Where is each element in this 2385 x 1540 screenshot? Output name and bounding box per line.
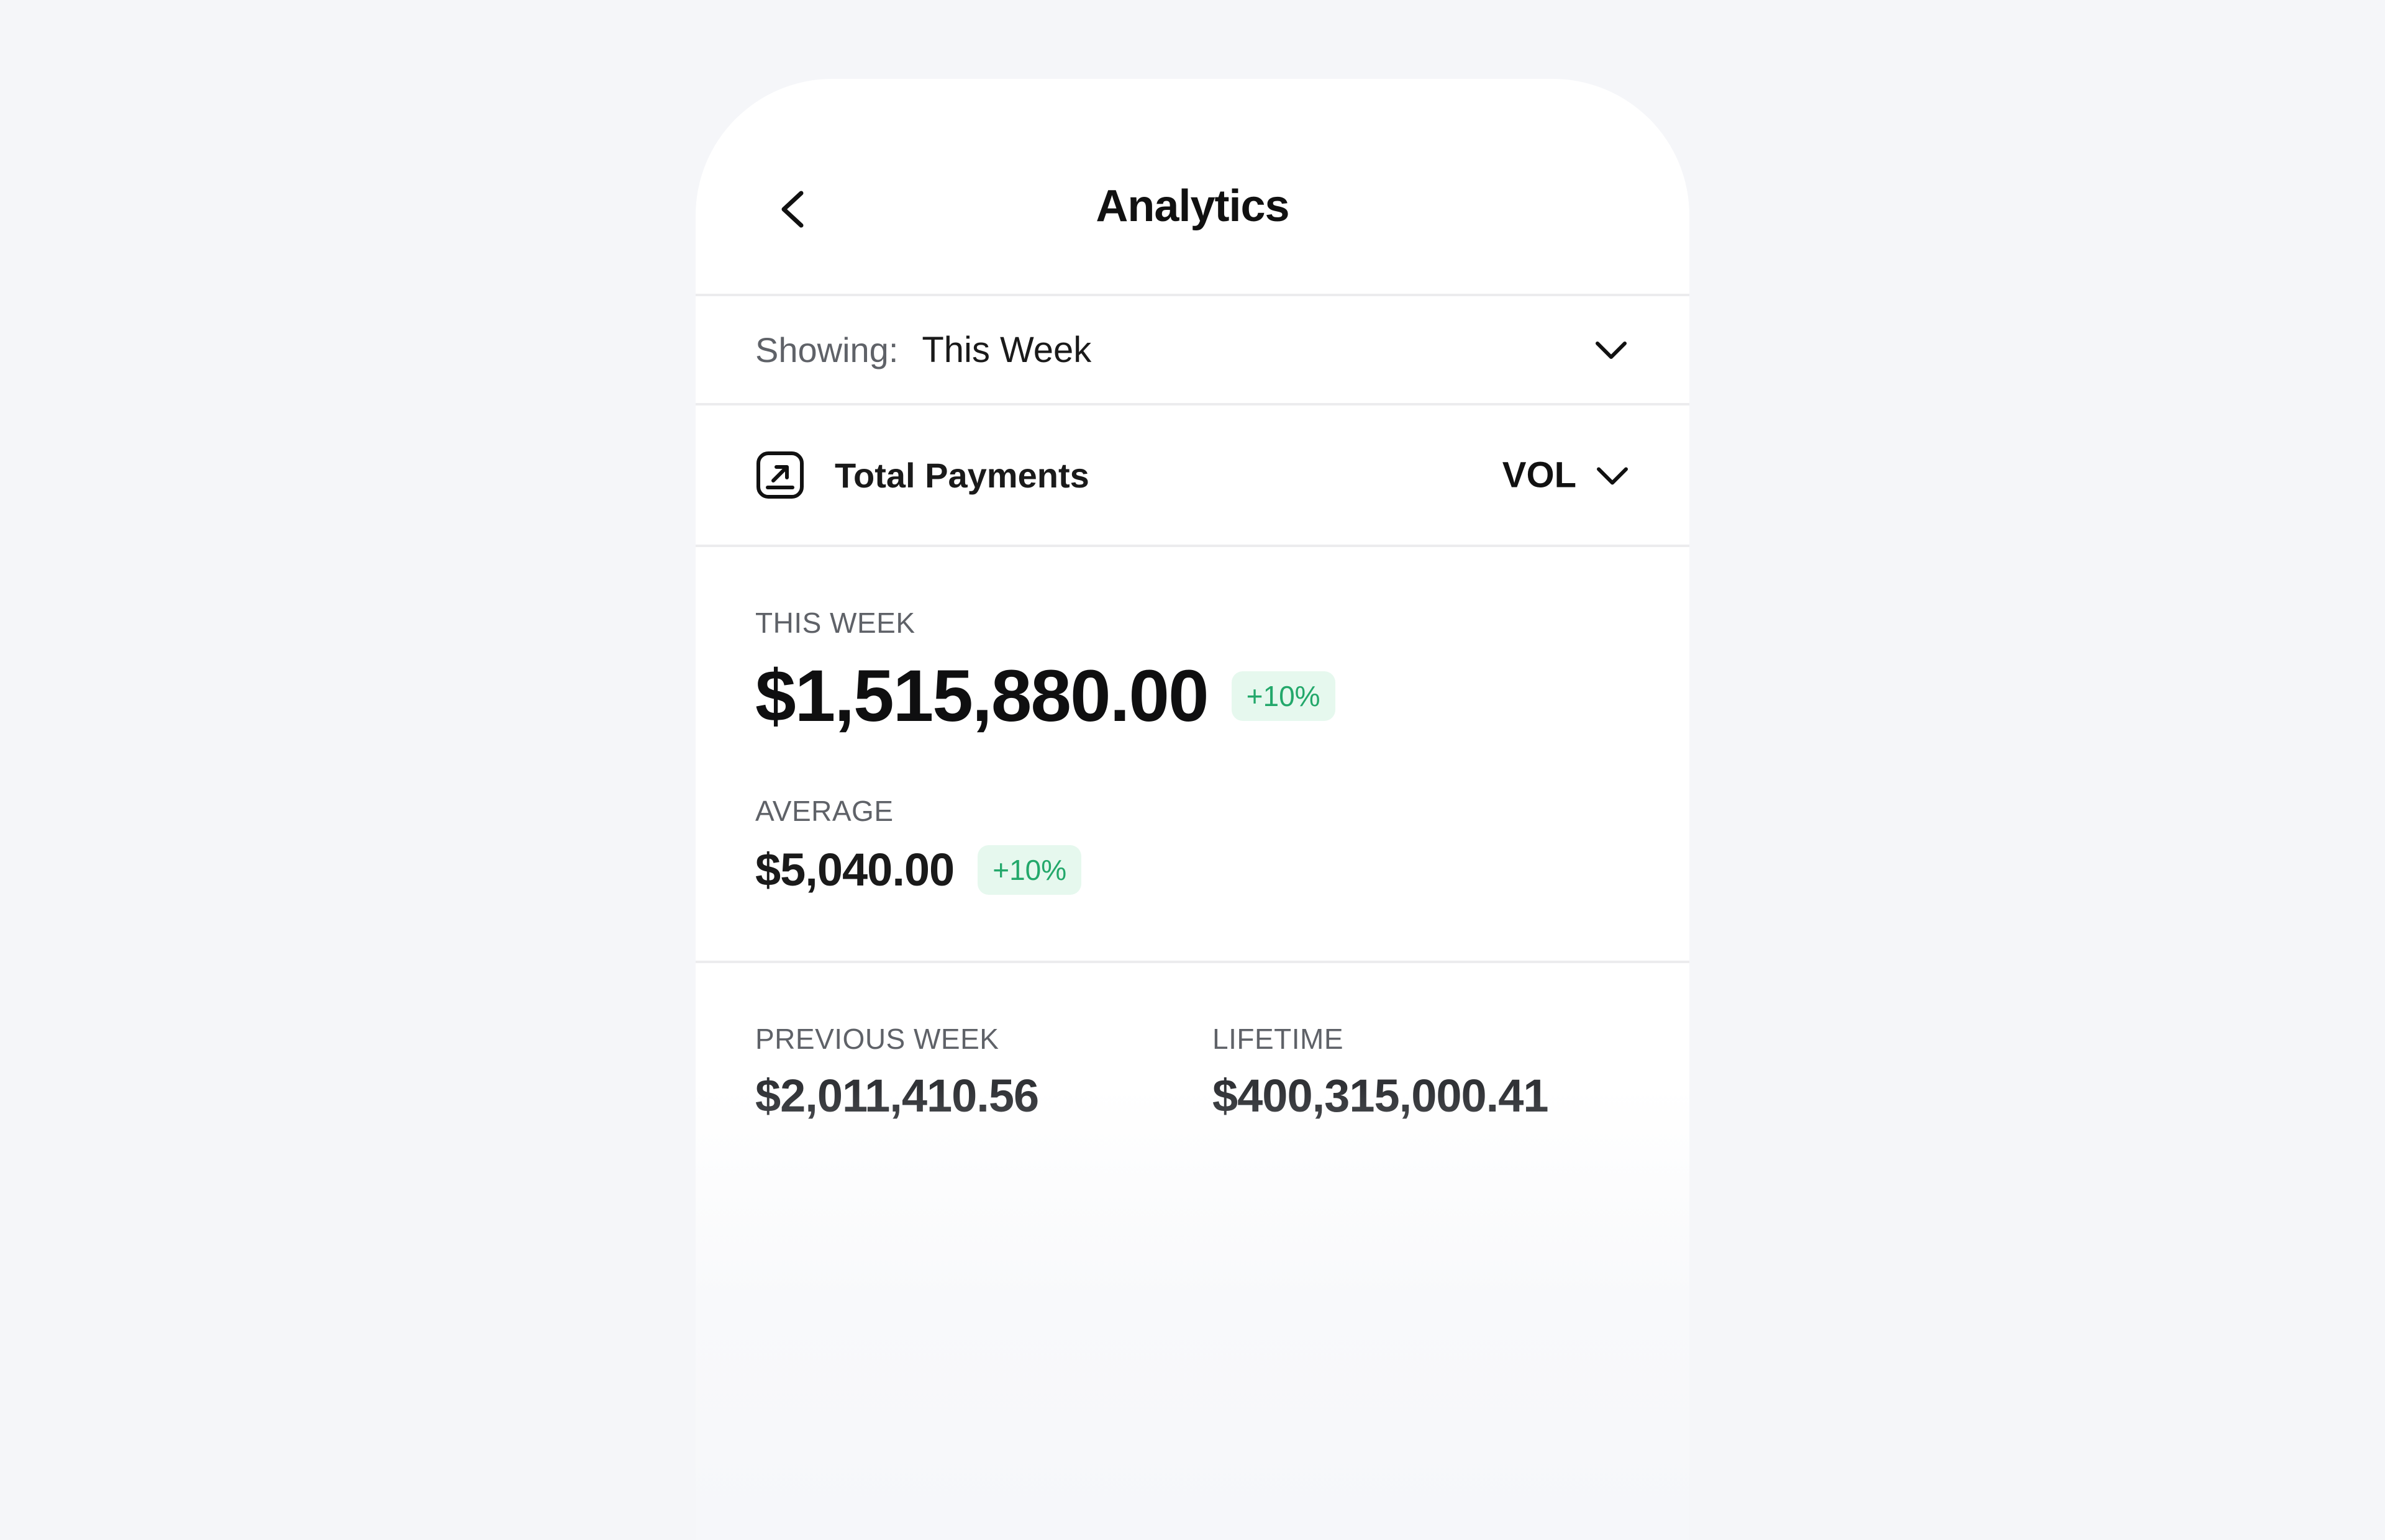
lifetime-stat: LIFETIME $400,315,000.41 xyxy=(1212,1022,1549,1122)
this-week-value: $1,515,880.00 xyxy=(755,655,1209,737)
arrow-up-right-square-icon xyxy=(755,450,805,500)
chevron-down-icon xyxy=(1596,342,1627,359)
this-week-label: THIS WEEK xyxy=(755,607,915,639)
summary-section: PREVIOUS WEEK $2,011,410.56 LIFETIME $40… xyxy=(696,963,1689,1540)
filter-value[interactable]: This Week xyxy=(922,329,1091,371)
metric-type-dropdown[interactable]: VOL xyxy=(1502,455,1630,496)
chevron-down-icon xyxy=(1597,467,1628,484)
period-filter[interactable]: Showing: This Week xyxy=(696,296,1689,405)
stats-section: THIS WEEK $1,515,880.00 +10% AVERAGE $5,… xyxy=(696,547,1689,963)
this-week-change-badge: +10% xyxy=(1231,671,1335,721)
average-value: $5,040.00 xyxy=(755,844,955,895)
lifetime-label: LIFETIME xyxy=(1212,1023,1344,1055)
analytics-card: Analytics Showing: This Week Total Payme… xyxy=(696,79,1689,1540)
previous-week-value: $2,011,410.56 xyxy=(755,1070,1039,1121)
previous-week-stat: PREVIOUS WEEK $2,011,410.56 xyxy=(755,1022,1039,1122)
previous-week-label: PREVIOUS WEEK xyxy=(755,1023,999,1055)
average-change-badge: +10% xyxy=(978,845,1082,895)
header: Analytics xyxy=(696,79,1689,296)
average-value-row: $5,040.00 +10% xyxy=(755,839,1082,901)
period-dropdown-button[interactable] xyxy=(1592,331,1630,368)
metric-label: Total Payments xyxy=(835,455,1089,495)
lifetime-value: $400,315,000.41 xyxy=(1212,1070,1549,1121)
this-week-value-row: $1,515,880.00 +10% xyxy=(755,653,1335,740)
metric-type-value: VOL xyxy=(1502,455,1576,496)
metric-selector-row[interactable]: Total Payments VOL xyxy=(696,405,1689,547)
page-title: Analytics xyxy=(1096,181,1289,231)
average-label: AVERAGE xyxy=(755,795,894,827)
filter-label: Showing: xyxy=(755,330,899,369)
